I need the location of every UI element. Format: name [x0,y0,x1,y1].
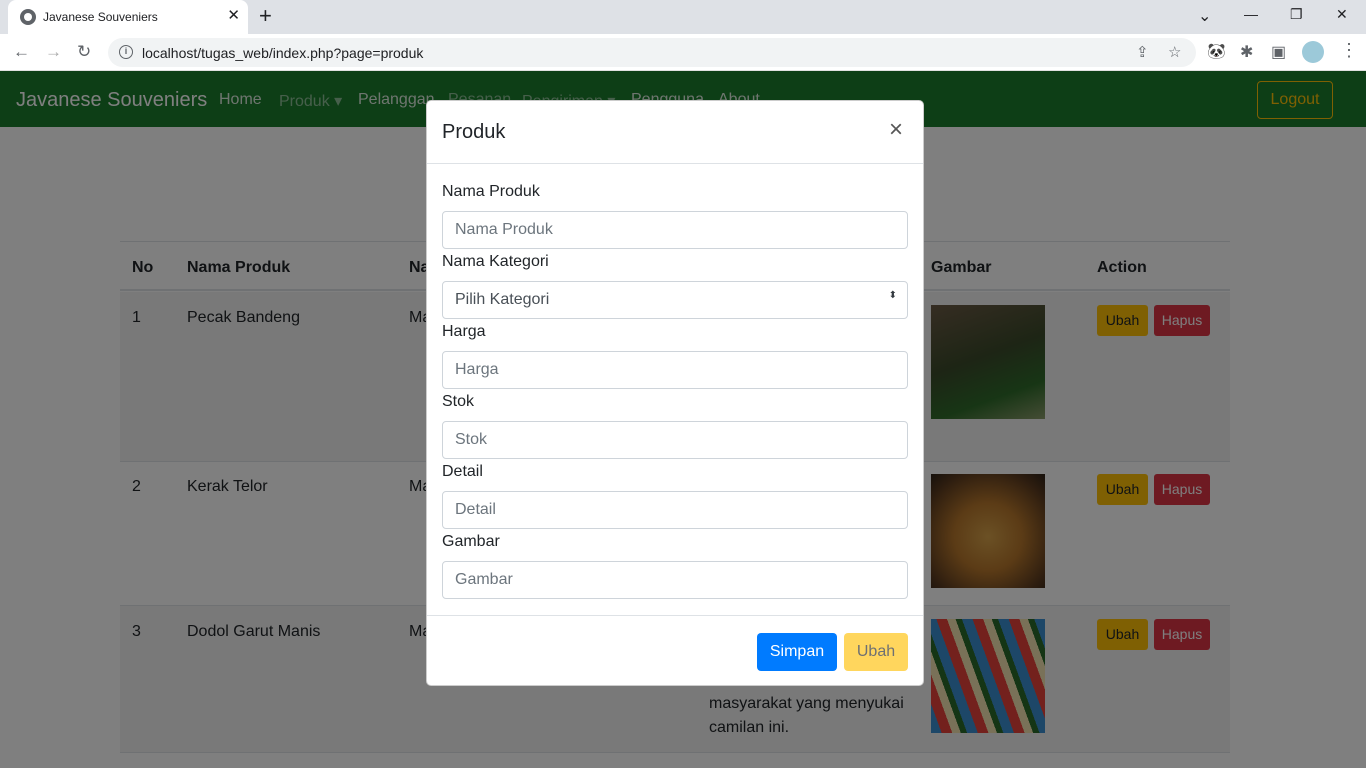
detail-label: Detail [442,463,483,480]
harga-input[interactable] [442,351,908,389]
forward-icon[interactable]: → [45,42,62,62]
nama-produk-label: Nama Produk [442,183,540,200]
browser-tab-strip: Javanese Souveniers ✕ + ⌄ — ❐ ✕ [0,0,1366,34]
tab-search-icon[interactable]: ⌄ [1198,6,1211,26]
gambar-input[interactable] [442,561,908,599]
new-tab-button[interactable]: + [259,5,272,27]
stok-input[interactable] [442,421,908,459]
address-bar[interactable]: i localhost/tugas_web/index.php?page=pro… [108,38,1196,67]
nama-produk-input[interactable] [442,211,908,249]
profile-avatar[interactable] [1302,41,1324,63]
page-content: Javanese Souveniers Home Produk ▾ Pelang… [0,71,1366,768]
browser-tab[interactable]: Javanese Souveniers ✕ [8,0,248,34]
kategori-select-value: Pilih Kategori [455,291,550,308]
site-info-icon[interactable]: i [119,45,133,59]
minimize-icon[interactable]: — [1244,6,1258,22]
modal-footer: Simpan Ubah [427,615,923,685]
browser-toolbar: ← → ↻ i localhost/tugas_web/index.php?pa… [0,34,1366,71]
modal-header: Produk × [427,101,923,164]
globe-icon [20,9,36,25]
ubah-modal-button[interactable]: Ubah [844,633,908,671]
stok-label: Stok [442,393,475,410]
detail-input[interactable] [442,491,908,529]
extensions-puzzle-icon[interactable]: ✱ [1240,42,1253,62]
modal-close-icon[interactable]: × [889,118,903,142]
panda-extension-icon[interactable]: 🐼 [1207,42,1226,60]
tab-close-icon[interactable]: ✕ [227,7,240,25]
browser-menu-icon[interactable]: ⋮ [1340,40,1358,61]
bookmark-star-icon[interactable]: ☆ [1168,43,1181,61]
share-icon[interactable]: ⇪ [1136,43,1149,61]
reload-icon[interactable]: ↻ [77,42,91,62]
kategori-select[interactable]: Pilih Kategori ⬍ [442,281,908,319]
back-icon[interactable]: ← [13,42,30,62]
window-close-icon[interactable]: ✕ [1336,6,1348,23]
tab-title: Javanese Souveniers [43,10,158,24]
url-text[interactable]: localhost/tugas_web/index.php?page=produ… [142,45,423,61]
gambar-label: Gambar [442,533,500,550]
nama-kategori-label: Nama Kategori [442,253,549,270]
modal-title: Produk [442,121,506,143]
harga-label: Harga [442,323,486,340]
restore-icon[interactable]: ❐ [1290,6,1303,23]
select-arrow-icon: ⬍ [888,290,897,301]
product-modal: Produk × Nama Produk Nama Kategori Pilih… [426,100,924,686]
simpan-button[interactable]: Simpan [757,633,837,671]
side-panel-icon[interactable]: ▣ [1271,42,1286,62]
